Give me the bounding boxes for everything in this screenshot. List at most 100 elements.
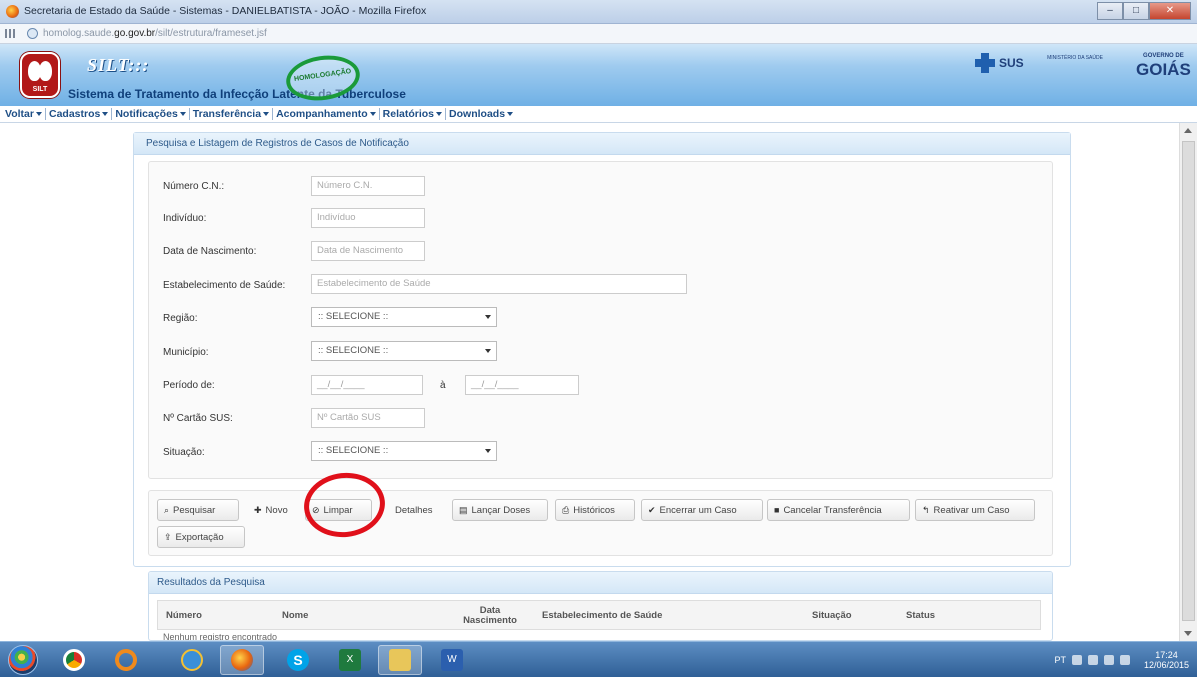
language-indicator[interactable]: PT xyxy=(1054,655,1066,665)
estabelecimento-label: Estabelecimento de Saúde: xyxy=(163,280,286,291)
close-button[interactable]: ✕ xyxy=(1149,2,1191,20)
encerrar-caso-button[interactable]: ✔ Encerrar um Caso xyxy=(641,499,763,521)
window-title: Secretaria de Estado da Saúde - Sistemas… xyxy=(24,5,427,17)
menu-transferencia[interactable]: Transferência xyxy=(190,108,272,120)
cartao-sus-input[interactable]: Nº Cartão SUS xyxy=(311,408,425,428)
individuo-label: Indivíduo: xyxy=(163,213,207,224)
column-header[interactable]: Situação xyxy=(812,601,872,631)
column-header[interactable]: Número xyxy=(166,601,246,631)
caret-icon xyxy=(102,112,109,116)
address-bar[interactable]: homolog.saude.go.gov.br/silt/estrutura/f… xyxy=(0,24,1197,44)
lancar-doses-button[interactable]: ▤ Lançar Doses xyxy=(452,499,548,521)
window-controls: – □ ✕ xyxy=(1097,2,1191,20)
numero-cn-input[interactable]: Número C.N. xyxy=(311,176,425,196)
estabelecimento-input[interactable]: Estabelecimento de Saúde xyxy=(311,274,687,294)
nascimento-label: Data de Nascimento: xyxy=(163,246,257,257)
results-title: Resultados da Pesquisa xyxy=(149,572,1052,594)
goias-logo: GOVERNO DE GOIÁS xyxy=(1136,53,1191,79)
clear-icon: ⊘ xyxy=(312,504,320,515)
export-icon: ⇪ xyxy=(164,531,172,542)
periodo-from-input[interactable]: __/__/____ xyxy=(311,375,423,395)
menu-cadastros[interactable]: Cadastros xyxy=(46,108,111,120)
exportacao-button[interactable]: ⇪ Exportação xyxy=(157,526,245,548)
historicos-button[interactable]: ⎙ Históricos xyxy=(555,499,635,521)
firefox-icon xyxy=(231,649,253,671)
windows-taskbar: S X W PT 17:24 12/06/2015 xyxy=(0,641,1197,677)
print-icon: ⎙ xyxy=(562,504,570,515)
search-icon: ⌕ xyxy=(164,504,170,515)
taskbar-excel[interactable]: X xyxy=(328,645,372,675)
undo-icon: ↰ xyxy=(922,504,930,515)
plus-icon: ✚ xyxy=(254,504,262,515)
grid-icon[interactable] xyxy=(5,29,15,38)
tray-network-icon[interactable] xyxy=(1087,655,1098,665)
start-button[interactable] xyxy=(8,645,38,675)
scroll-thumb[interactable] xyxy=(1182,141,1195,621)
empty-results-message: Nenhum registro encontrado xyxy=(163,632,278,641)
menu-notificacoes[interactable]: Notificações xyxy=(112,108,188,120)
scroll-down-icon[interactable] xyxy=(1184,631,1192,636)
tray-volume-icon[interactable] xyxy=(1103,655,1114,665)
sus-cross-icon xyxy=(975,53,995,73)
check-icon: ✔ xyxy=(648,504,656,515)
municipio-select[interactable]: :: SELECIONE :: xyxy=(311,341,497,361)
media-icon xyxy=(115,649,137,671)
excel-icon: X xyxy=(339,649,361,671)
folder-icon xyxy=(389,649,411,671)
menu-downloads[interactable]: Downloads xyxy=(446,108,516,120)
column-header[interactable]: Nome xyxy=(282,601,362,631)
periodo-to-input[interactable]: __/__/____ xyxy=(465,375,579,395)
minimize-button[interactable]: – xyxy=(1097,2,1123,20)
scroll-up-icon[interactable] xyxy=(1184,128,1192,133)
limpar-button[interactable]: ⊘ Limpar xyxy=(305,499,372,521)
column-header[interactable]: Data Nascimento xyxy=(462,601,518,631)
globe-icon xyxy=(27,28,38,39)
menu-acompanhamento[interactable]: Acompanhamento xyxy=(273,108,379,120)
column-header[interactable]: Status xyxy=(906,601,966,631)
maximize-button[interactable]: □ xyxy=(1123,2,1149,20)
taskbar-chrome[interactable] xyxy=(52,645,96,675)
system-tray: PT 17:24 12/06/2015 xyxy=(1054,650,1189,670)
individuo-input[interactable]: Indivíduo xyxy=(311,208,425,228)
chevron-down-icon xyxy=(485,315,491,319)
column-header[interactable]: Estabelecimento de Saúde xyxy=(542,601,742,631)
chevron-down-icon xyxy=(485,349,491,353)
taskbar-explorer[interactable] xyxy=(378,645,422,675)
taskbar-skype[interactable]: S xyxy=(276,645,320,675)
results-table-header: Número Nome Data Nascimento Estabelecime… xyxy=(157,600,1041,630)
novo-button[interactable]: ✚ Novo xyxy=(247,499,299,521)
url-text[interactable]: homolog.saude.go.gov.br/silt/estrutura/f… xyxy=(43,28,267,39)
periodo-label: Período de: xyxy=(163,380,215,391)
situacao-label: Situação: xyxy=(163,447,205,458)
caret-icon xyxy=(507,112,514,116)
pesquisar-button[interactable]: ⌕ Pesquisar xyxy=(157,499,239,521)
silt-logo: SILT xyxy=(20,52,60,98)
reativar-caso-button[interactable]: ↰ Reativar um Caso xyxy=(915,499,1035,521)
menu-relatorios[interactable]: Relatórios xyxy=(380,108,445,120)
numero-cn-label: Número C.N.: xyxy=(163,181,225,192)
caret-icon xyxy=(263,112,270,116)
tray-battery-icon[interactable] xyxy=(1119,655,1130,665)
caret-icon xyxy=(179,112,186,116)
situacao-select[interactable]: :: SELECIONE :: xyxy=(311,441,497,461)
clock[interactable]: 17:24 12/06/2015 xyxy=(1144,650,1189,670)
app-name: SILT::: xyxy=(87,55,150,75)
cartao-sus-label: Nº Cartão SUS: xyxy=(163,413,233,424)
taskbar-orange-app[interactable] xyxy=(104,645,148,675)
taskbar-ie[interactable] xyxy=(170,645,214,675)
nascimento-input[interactable]: Data de Nascimento xyxy=(311,241,425,261)
stop-icon: ■ xyxy=(774,505,780,515)
detalhes-button[interactable]: Detalhes xyxy=(388,499,448,521)
cancelar-transferencia-button[interactable]: ■ Cancelar Transferência xyxy=(767,499,910,521)
chrome-icon xyxy=(63,649,85,671)
taskbar-firefox[interactable] xyxy=(220,645,264,675)
chevron-down-icon xyxy=(485,449,491,453)
menu-voltar[interactable]: Voltar xyxy=(2,108,45,120)
regiao-select[interactable]: :: SELECIONE :: xyxy=(311,307,497,327)
page-scrollbar[interactable] xyxy=(1179,123,1197,641)
caret-icon xyxy=(369,112,376,116)
tray-flag-icon[interactable] xyxy=(1071,655,1082,665)
taskbar-word[interactable]: W xyxy=(430,645,474,675)
periodo-to-label: à xyxy=(440,380,446,391)
caret-icon xyxy=(35,112,42,116)
